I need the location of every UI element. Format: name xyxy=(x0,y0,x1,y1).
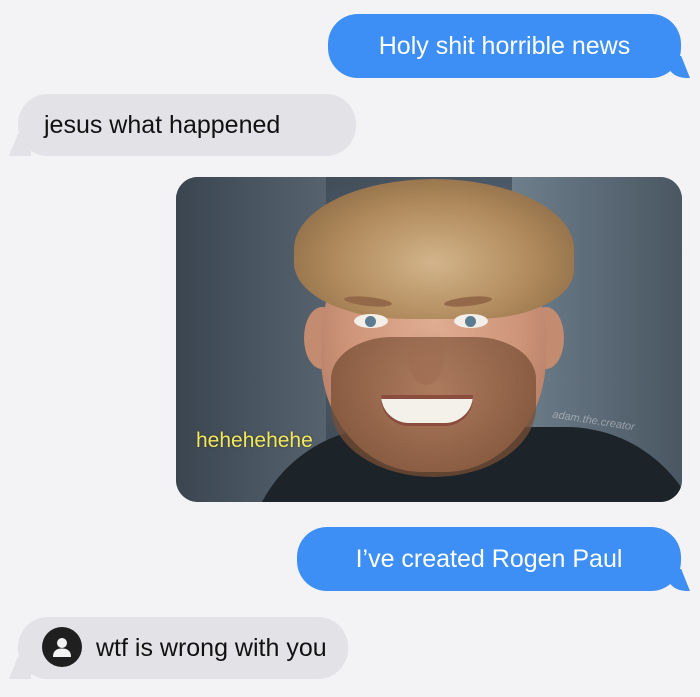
sent-message-bubble[interactable]: I’ve created Rogen Paul xyxy=(297,527,681,591)
received-message-bubble[interactable]: wtf is wrong with you xyxy=(18,617,348,679)
message-text: Holy shit horrible news xyxy=(378,31,631,60)
left-eye xyxy=(354,314,388,328)
message-text: I’ve created Rogen Paul xyxy=(355,544,623,573)
message-text: wtf is wrong with you xyxy=(96,633,327,662)
smile xyxy=(381,395,473,423)
avatar-icon[interactable] xyxy=(42,627,82,667)
hair xyxy=(294,179,574,319)
received-message-bubble[interactable]: jesus what happened xyxy=(18,94,356,156)
sent-message-bubble[interactable]: Holy shit horrible news xyxy=(328,14,681,78)
nose xyxy=(408,327,444,385)
image-message[interactable]: hehehehehe adam.the.creator xyxy=(176,177,682,502)
photo-caption: hehehehehe xyxy=(196,429,313,452)
person-silhouette-icon xyxy=(53,638,71,657)
right-eye xyxy=(454,314,488,328)
message-text: jesus what happened xyxy=(44,110,281,139)
